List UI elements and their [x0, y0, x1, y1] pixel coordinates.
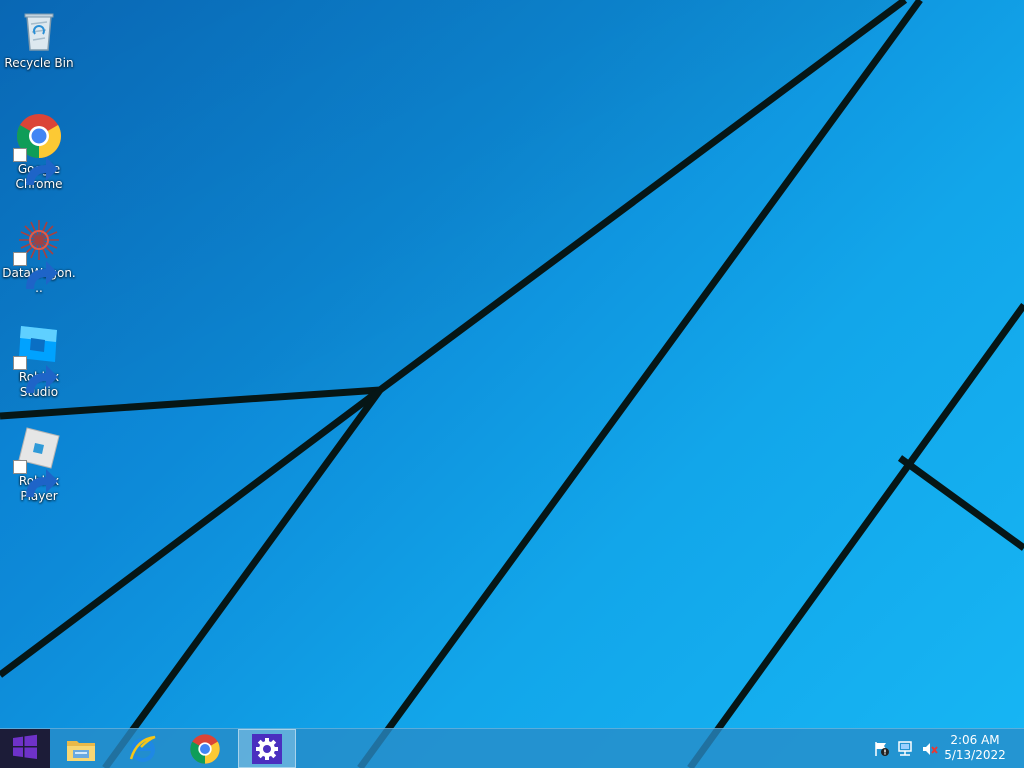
shortcut-arrow-icon	[13, 148, 58, 185]
desktop-icon-roblox-player[interactable]: Roblox Player	[1, 424, 77, 504]
shortcut-arrow-icon	[13, 356, 58, 393]
roblox-studio-icon	[13, 320, 63, 393]
desktop-icon-recycle-bin[interactable]: Recycle Bin	[1, 6, 77, 71]
desktop-icon-label: Recycle Bin	[4, 56, 74, 70]
file-explorer-icon	[65, 733, 97, 765]
wallpaper	[0, 0, 1024, 768]
taskbar-chrome[interactable]	[176, 729, 234, 768]
windows-logo-icon	[12, 734, 38, 764]
settings-gear-icon	[251, 733, 283, 765]
clock-date: 5/13/2022	[944, 748, 1006, 762]
clock-time: 2:06 AM	[950, 733, 1000, 747]
taskbar-internet-explorer[interactable]	[114, 729, 172, 768]
internet-explorer-icon	[127, 733, 159, 765]
roblox-player-icon	[13, 424, 63, 497]
desktop-icon-roblox-studio[interactable]: Roblox Studio	[1, 320, 77, 400]
volume-muted-icon[interactable]	[921, 741, 939, 757]
shortcut-arrow-icon	[13, 252, 58, 289]
desktop[interactable]: Recycle Bin Google Chrome	[0, 0, 1024, 768]
network-icon[interactable]	[897, 741, 915, 757]
recycle-bin-icon	[15, 6, 63, 54]
desktop-icon-google-chrome[interactable]: Google Chrome	[1, 112, 77, 192]
shortcut-arrow-icon	[13, 460, 58, 497]
taskbar-file-explorer[interactable]	[52, 729, 110, 768]
start-button[interactable]	[0, 729, 50, 768]
action-center-flag-icon[interactable]	[873, 741, 891, 757]
datawagon-icon	[13, 216, 63, 289]
taskbar-settings[interactable]	[238, 729, 296, 768]
chrome-icon	[189, 733, 221, 765]
chrome-icon	[13, 112, 63, 185]
taskbar: 2:06 AM 5/13/2022	[0, 728, 1024, 768]
desktop-icon-datawagon[interactable]: DataWagon...	[1, 216, 77, 296]
taskbar-clock[interactable]: 2:06 AM 5/13/2022	[940, 733, 1010, 763]
